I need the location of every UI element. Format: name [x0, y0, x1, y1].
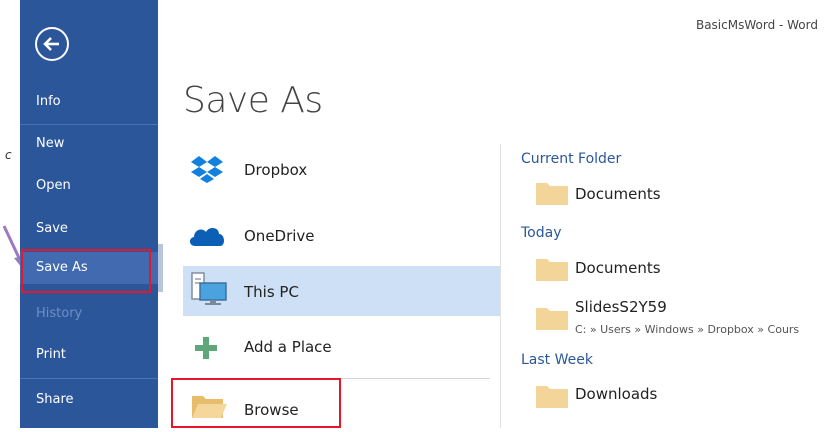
folder-icon: [536, 386, 568, 408]
nav-history: History: [36, 306, 83, 321]
folder-name: Documents: [575, 259, 661, 277]
place-label-dropbox: Dropbox: [244, 161, 308, 179]
plus-icon: [195, 337, 217, 359]
page-title: Save As: [183, 80, 323, 121]
folder-name: Downloads: [575, 385, 658, 403]
folder-icon: [536, 308, 568, 330]
nav-save[interactable]: Save: [20, 213, 158, 245]
folder-icon: [536, 259, 568, 281]
nav-open[interactable]: Open: [20, 170, 158, 202]
nav-print[interactable]: Print: [20, 339, 158, 371]
place-label-this-pc: This PC: [244, 283, 299, 301]
nav-new[interactable]: New: [20, 128, 158, 160]
folder-name: SlidesS2Y59: [575, 298, 667, 316]
place-label-add-a-place: Add a Place: [244, 338, 332, 356]
window-title: BasicMsWord - Word: [695, 18, 818, 32]
nav-info[interactable]: Info: [20, 86, 158, 118]
group-heading-last-week: Last Week: [521, 352, 593, 368]
annotation-highlight-browse: [171, 378, 341, 428]
group-heading-today: Today: [521, 225, 562, 241]
folder-name: Documents: [575, 185, 661, 203]
onedrive-cloud-icon: [189, 228, 225, 246]
annotation-mark: c: [5, 148, 12, 162]
dropbox-icon: [191, 156, 223, 183]
nav-separator: [20, 124, 158, 125]
folder-icon: [536, 183, 568, 205]
back-arrow-icon: [43, 37, 59, 51]
computer-icon: [191, 272, 227, 305]
nav-share[interactable]: Share: [20, 384, 158, 416]
place-onedrive[interactable]: [183, 210, 500, 260]
place-this-pc[interactable]: [183, 266, 500, 316]
selection-indicator: [158, 244, 163, 292]
back-button[interactable]: [35, 27, 69, 61]
folder-path: C: » Users » Windows » Dropbox » Cours: [575, 323, 800, 336]
annotation-highlight-save-as: [21, 249, 151, 293]
group-heading-current-folder: Current Folder: [521, 151, 622, 167]
nav-separator: [20, 378, 158, 379]
place-dropbox[interactable]: [183, 144, 500, 194]
pane-divider: [500, 144, 501, 428]
place-label-onedrive: OneDrive: [244, 227, 315, 245]
place-add-a-place[interactable]: [183, 322, 500, 372]
